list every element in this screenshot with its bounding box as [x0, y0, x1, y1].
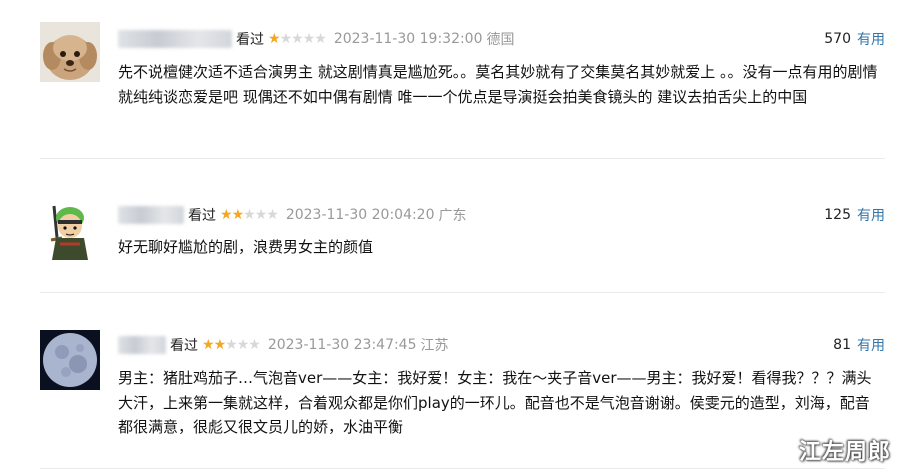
review-header: 看过 ★ ★ ★ ★ ★ 2023-11-30 23:47:45 江苏 [118, 332, 449, 358]
username-blurred[interactable] [118, 206, 184, 224]
avatar[interactable] [40, 22, 100, 82]
useful-button[interactable]: 有用 [857, 205, 885, 225]
review-location: 德国 [486, 32, 515, 48]
star-empty-icon: ★ [279, 31, 293, 47]
star-empty-icon: ★ [243, 207, 256, 223]
vote-count: 570 [824, 31, 851, 47]
star-filled-icon: ★ [231, 207, 245, 223]
dog-avatar-icon [40, 22, 100, 82]
username-blurred[interactable] [118, 336, 166, 354]
rating-stars: ★ ★ ★ ★ ★ [268, 31, 327, 47]
watch-status: 看过 [236, 32, 264, 48]
star-empty-icon: ★ [254, 207, 268, 223]
username-blurred[interactable] [118, 30, 232, 48]
rating-stars: ★ ★ ★ ★ ★ [202, 337, 261, 353]
star-empty-icon: ★ [248, 337, 261, 353]
star-empty-icon: ★ [314, 31, 327, 47]
star-filled-icon: ★ [220, 207, 233, 223]
watch-status: 看过 [170, 338, 198, 354]
star-filled-icon: ★ [202, 337, 215, 353]
vote-area: 125 有用 [824, 202, 885, 228]
divider [40, 292, 885, 293]
review-header: 看过 ★ ★ ★ ★ ★ 2023-11-30 20:04:20 广东 [118, 202, 467, 228]
review-date: 2023-11-30 20:04:20 [285, 207, 435, 223]
moon-avatar-icon [40, 330, 100, 390]
star-empty-icon: ★ [291, 31, 304, 47]
review-header: 看过 ★ ★ ★ ★ ★ 2023-11-30 19:32:00 德国 [118, 26, 515, 52]
star-empty-icon: ★ [302, 31, 316, 47]
vote-area: 570 有用 [824, 26, 885, 52]
review-date: 2023-11-30 19:32:00 [333, 31, 483, 47]
review-location: 广东 [438, 208, 467, 224]
cartoon-swordsman-avatar-icon [40, 200, 100, 260]
useful-button[interactable]: 有用 [857, 29, 885, 49]
review-content: 先不说檀健次适不适合演男主 就这剧情真是尴尬死。。莫名其妙就有了交集莫名其妙就爱… [118, 63, 878, 106]
star-filled-icon: ★ [268, 31, 281, 47]
vote-count: 81 [833, 337, 851, 353]
vote-count: 125 [824, 207, 851, 223]
avatar[interactable] [40, 200, 100, 260]
divider [40, 158, 885, 159]
star-empty-icon: ★ [225, 337, 238, 353]
review-content: 好无聊好尴尬的剧，浪费男女主的颜值 [118, 238, 374, 256]
watch-status: 看过 [188, 208, 216, 224]
review-date: 2023-11-30 23:47:45 [267, 337, 417, 353]
review-location: 江苏 [420, 338, 449, 354]
vote-area: 81 有用 [833, 332, 885, 358]
useful-button[interactable]: 有用 [857, 335, 885, 355]
rating-stars: ★ ★ ★ ★ ★ [220, 207, 279, 223]
divider [40, 468, 885, 469]
star-empty-icon: ★ [266, 207, 279, 223]
watermark: 江左周郎 [798, 440, 891, 465]
review-content: 男主：猪肚鸡茄子…气泡音ver——女主：我好爱！女主：我在～夹子音ver——男主… [118, 369, 872, 436]
avatar[interactable] [40, 330, 100, 390]
star-empty-icon: ★ [236, 337, 250, 353]
star-filled-icon: ★ [213, 337, 227, 353]
